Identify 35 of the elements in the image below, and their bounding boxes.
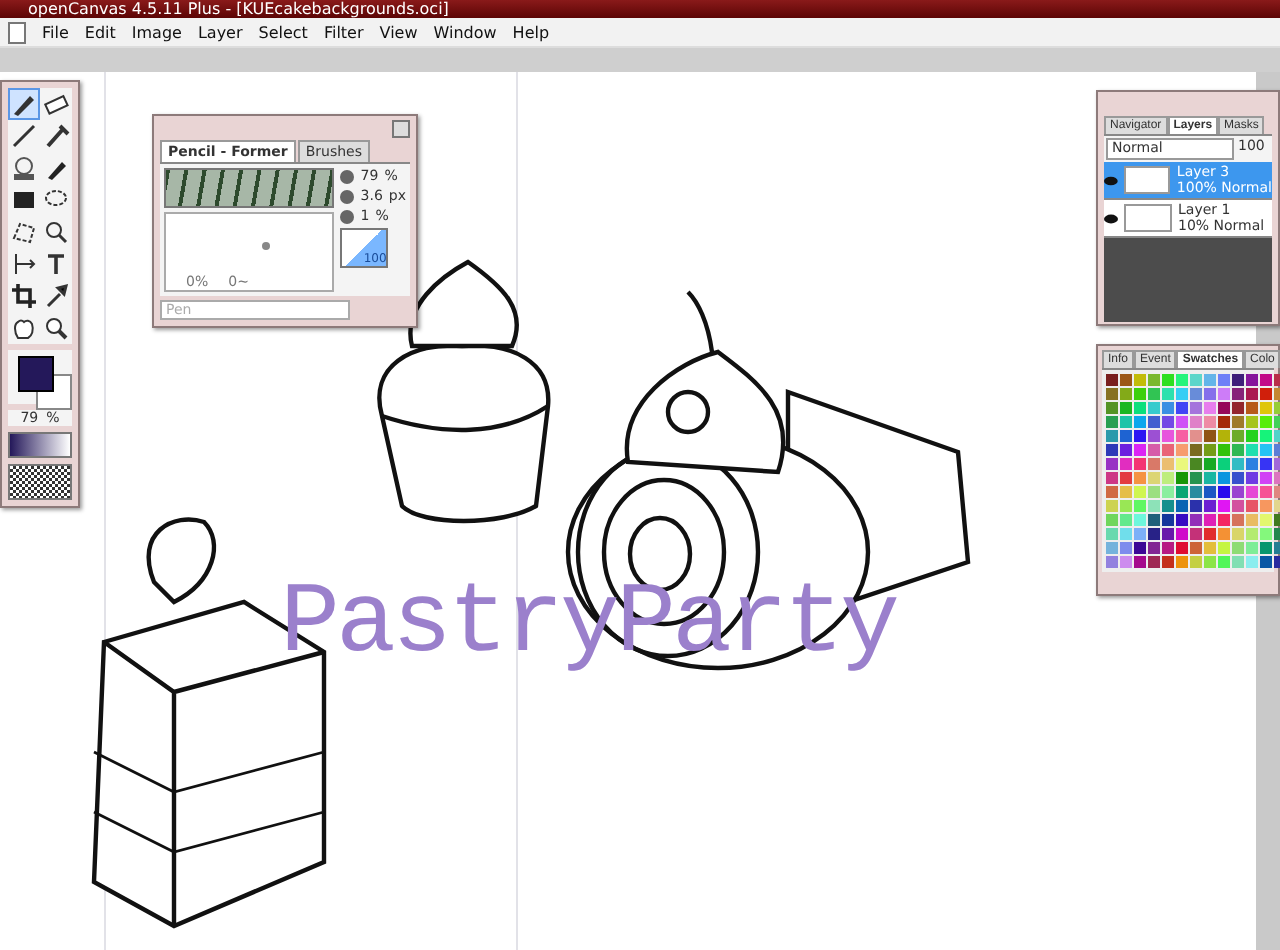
eraser-icon[interactable]	[42, 90, 70, 118]
pen-icon[interactable]	[10, 90, 38, 118]
menu-item[interactable]: Help	[512, 23, 550, 41]
polygon-icon[interactable]	[10, 218, 38, 246]
stamp-icon[interactable]	[10, 154, 38, 182]
brush-icon[interactable]	[42, 122, 70, 150]
magnifier-icon[interactable]	[42, 218, 70, 246]
eyedropper-icon[interactable]	[42, 282, 70, 310]
gradient-bar[interactable]	[8, 432, 72, 459]
text-icon[interactable]	[42, 250, 70, 278]
line-icon[interactable]	[10, 122, 38, 150]
document-icon	[8, 21, 26, 43]
menu-item[interactable]: Filter	[323, 23, 364, 41]
menu-item[interactable]: Image	[131, 23, 182, 41]
texture-pattern[interactable]	[8, 464, 72, 500]
eye-icon[interactable]	[1104, 175, 1118, 185]
menu-item[interactable]: Layer	[197, 23, 243, 41]
brush-dot-icon	[262, 242, 270, 250]
menu-item[interactable]: Select	[258, 23, 308, 41]
layer-thumbnail	[1123, 166, 1171, 194]
rectangle-icon[interactable]	[10, 186, 38, 214]
menu-item[interactable]: Window	[433, 23, 497, 41]
eye-icon[interactable]	[1104, 213, 1118, 223]
move-icon[interactable]	[10, 250, 38, 278]
zoom-icon[interactable]	[42, 314, 70, 342]
menu-item[interactable]: View	[379, 23, 418, 41]
brush-strokes-strip[interactable]	[164, 168, 335, 208]
crop-icon[interactable]	[10, 282, 38, 310]
primary-color-swatch[interactable]	[18, 356, 54, 392]
swatch-grid[interactable]	[1102, 370, 1274, 572]
menu-item[interactable]: Edit	[84, 23, 116, 41]
close-icon[interactable]	[392, 120, 410, 138]
menu-item[interactable]: File	[42, 23, 69, 41]
layer-thumbnail	[1124, 204, 1172, 232]
window-title: openCanvas 4.5.11 Plus - [KUEcakebackgrounds.oci]	[28, 0, 449, 18]
